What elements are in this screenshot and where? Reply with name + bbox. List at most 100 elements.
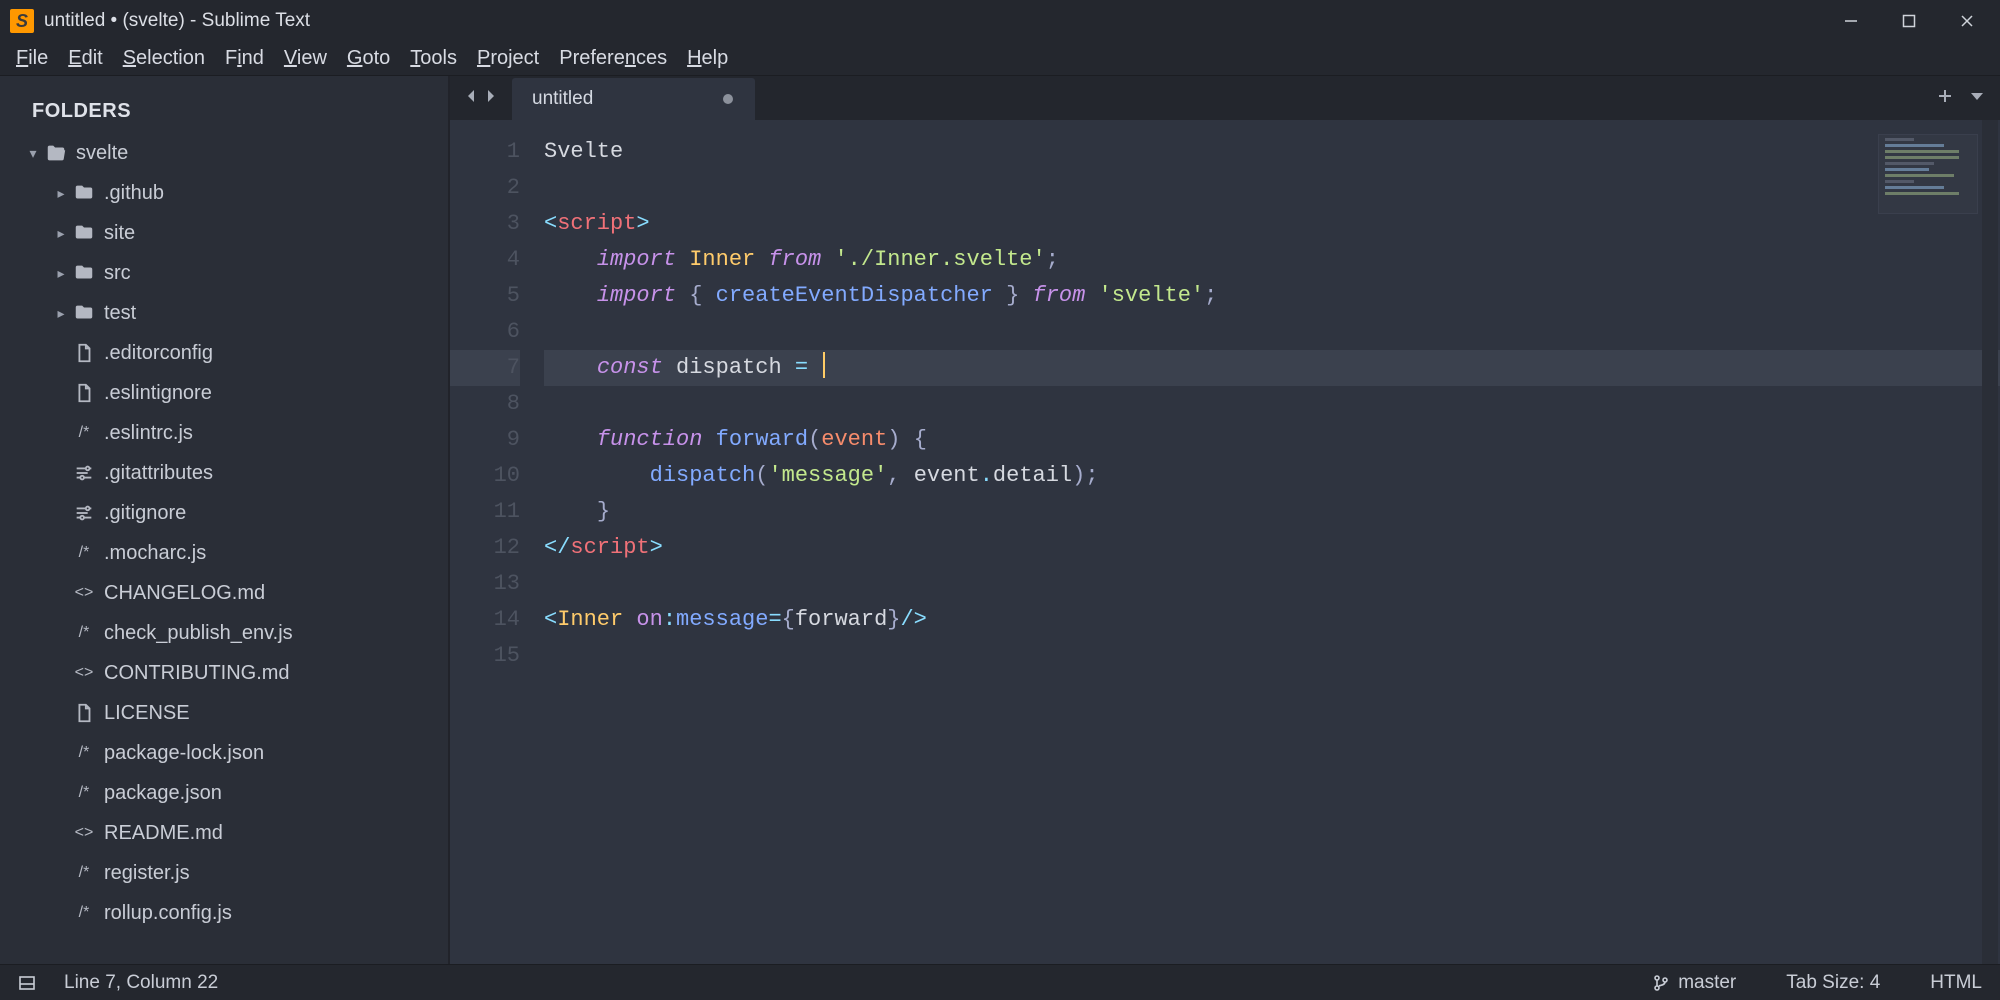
tree-label: site: [104, 222, 135, 245]
status-git-branch[interactable]: master: [1652, 972, 1736, 994]
tree-file[interactable]: <>README.md: [18, 813, 438, 853]
status-bar: Line 7, Column 22 master Tab Size: 4 HTM…: [0, 964, 2000, 1000]
chevron-right-icon: ▸: [52, 225, 70, 242]
tree-file[interactable]: /* .eslintrc.js: [18, 413, 438, 453]
code-comment-icon: /*: [70, 784, 98, 802]
tree-file[interactable]: .gitattributes: [18, 453, 438, 493]
menu-bar: File Edit Selection Find View Goto Tools…: [0, 42, 2000, 76]
tree-folder[interactable]: ▸ test: [18, 293, 438, 333]
menu-project[interactable]: Project: [467, 43, 549, 74]
code-comment-icon: /*: [70, 744, 98, 762]
status-syntax[interactable]: HTML: [1930, 972, 1982, 994]
tree-file[interactable]: /* package.json: [18, 773, 438, 813]
sidebar: FOLDERS ▾ svelte ▸.github ▸site ▸src ▸te…: [0, 76, 450, 964]
tab-untitled[interactable]: untitled: [512, 78, 755, 120]
new-tab-button[interactable]: [1936, 87, 1954, 110]
tree-file[interactable]: .eslintignore: [18, 373, 438, 413]
tree-label: .eslintignore: [104, 382, 212, 405]
menu-goto[interactable]: Goto: [337, 43, 400, 74]
tree-file[interactable]: <>CONTRIBUTING.md: [18, 653, 438, 693]
text-cursor: [823, 352, 825, 378]
folder-icon: [70, 222, 98, 244]
chevron-right-icon: ▸: [52, 185, 70, 202]
close-button[interactable]: [1938, 0, 1996, 42]
chevron-down-icon: ▾: [24, 145, 42, 162]
folder-icon: [70, 302, 98, 324]
tree-file[interactable]: /* package-lock.json: [18, 733, 438, 773]
tree-label: package.json: [104, 782, 222, 805]
tab-label: untitled: [532, 88, 593, 110]
settings-lines-icon: [70, 462, 98, 484]
tree-label: register.js: [104, 862, 190, 885]
folder-tree: ▾ svelte ▸ .github ▸ site ▸ src ▸ test .edit…: [18, 133, 438, 933]
folder-icon: [70, 182, 98, 204]
menu-selection[interactable]: Selection: [113, 43, 215, 74]
tree-label: src: [104, 262, 131, 285]
gutter-highlight: [450, 120, 460, 964]
chevron-right-icon: ▸: [52, 265, 70, 282]
tree-folder[interactable]: ▸ site: [18, 213, 438, 253]
tree-file[interactable]: .gitignore: [18, 493, 438, 533]
line-number-gutter: 123456789101112131415: [460, 120, 540, 964]
menu-file[interactable]: File: [6, 43, 58, 74]
dirty-indicator-icon: [723, 94, 733, 104]
menu-view[interactable]: View: [274, 43, 337, 74]
tree-file[interactable]: .editorconfig: [18, 333, 438, 373]
minimize-button[interactable]: [1822, 0, 1880, 42]
code-comment-icon: /*: [70, 864, 98, 882]
file-icon: [70, 342, 98, 364]
folder-icon: [70, 262, 98, 284]
tree-label: LICENSE: [104, 702, 190, 725]
tree-label: package-lock.json: [104, 742, 264, 765]
minimap[interactable]: [1878, 134, 1978, 214]
code-comment-icon: /*: [70, 624, 98, 642]
tree-folder[interactable]: ▸ src: [18, 253, 438, 293]
code-comment-icon: /*: [70, 544, 98, 562]
tab-menu-button[interactable]: [1968, 87, 1986, 110]
file-icon: [70, 702, 98, 724]
file-icon: [70, 382, 98, 404]
tree-label: rollup.config.js: [104, 902, 232, 925]
tree-file[interactable]: <>CHANGELOG.md: [18, 573, 438, 613]
code-comment-icon: /*: [70, 424, 98, 442]
editor-body[interactable]: 123456789101112131415 Svelte <script> im…: [450, 120, 2000, 964]
menu-tools[interactable]: Tools: [400, 43, 467, 74]
menu-help[interactable]: Help: [677, 43, 738, 74]
tree-file[interactable]: /* rollup.config.js: [18, 893, 438, 933]
tree-label: .gitignore: [104, 502, 186, 525]
maximize-button[interactable]: [1880, 0, 1938, 42]
angle-brackets-icon: <>: [70, 664, 98, 682]
tree-file[interactable]: /* register.js: [18, 853, 438, 893]
tree-folder[interactable]: ▸ .github: [18, 173, 438, 213]
tree-label: check_publish_env.js: [104, 622, 293, 645]
menu-find[interactable]: Find: [215, 43, 274, 74]
chevron-right-icon: ▸: [52, 305, 70, 322]
window-title: untitled • (svelte) - Sublime Text: [44, 10, 310, 32]
nav-back-button[interactable]: [463, 88, 479, 109]
menu-edit[interactable]: Edit: [58, 43, 112, 74]
tree-file[interactable]: LICENSE: [18, 693, 438, 733]
tree-label: svelte: [76, 142, 128, 165]
status-cursor-position[interactable]: Line 7, Column 22: [64, 972, 218, 994]
status-tab-size[interactable]: Tab Size: 4: [1786, 972, 1880, 994]
folder-open-icon: [42, 142, 70, 164]
vertical-scrollbar[interactable]: [1982, 120, 1998, 964]
app-logo-icon: S: [10, 9, 34, 33]
tree-label: test: [104, 302, 136, 325]
tree-label: .eslintrc.js: [104, 422, 193, 445]
tree-file[interactable]: /* .mocharc.js: [18, 533, 438, 573]
tree-label: .gitattributes: [104, 462, 213, 485]
tree-label: .github: [104, 182, 164, 205]
tree-file[interactable]: /* check_publish_env.js: [18, 613, 438, 653]
menu-preferences[interactable]: Preferences: [549, 43, 677, 74]
tree-label: .editorconfig: [104, 342, 213, 365]
code-area[interactable]: Svelte <script> import Inner from './Inn…: [540, 120, 2000, 964]
panel-toggle-button[interactable]: [18, 974, 44, 992]
tab-bar: untitled: [450, 76, 2000, 120]
tree-label: .mocharc.js: [104, 542, 206, 565]
nav-forward-button[interactable]: [483, 88, 499, 109]
title-bar: S untitled • (svelte) - Sublime Text: [0, 0, 2000, 42]
tree-folder-root[interactable]: ▾ svelte: [18, 133, 438, 173]
angle-brackets-icon: <>: [70, 584, 98, 602]
code-comment-icon: /*: [70, 904, 98, 922]
